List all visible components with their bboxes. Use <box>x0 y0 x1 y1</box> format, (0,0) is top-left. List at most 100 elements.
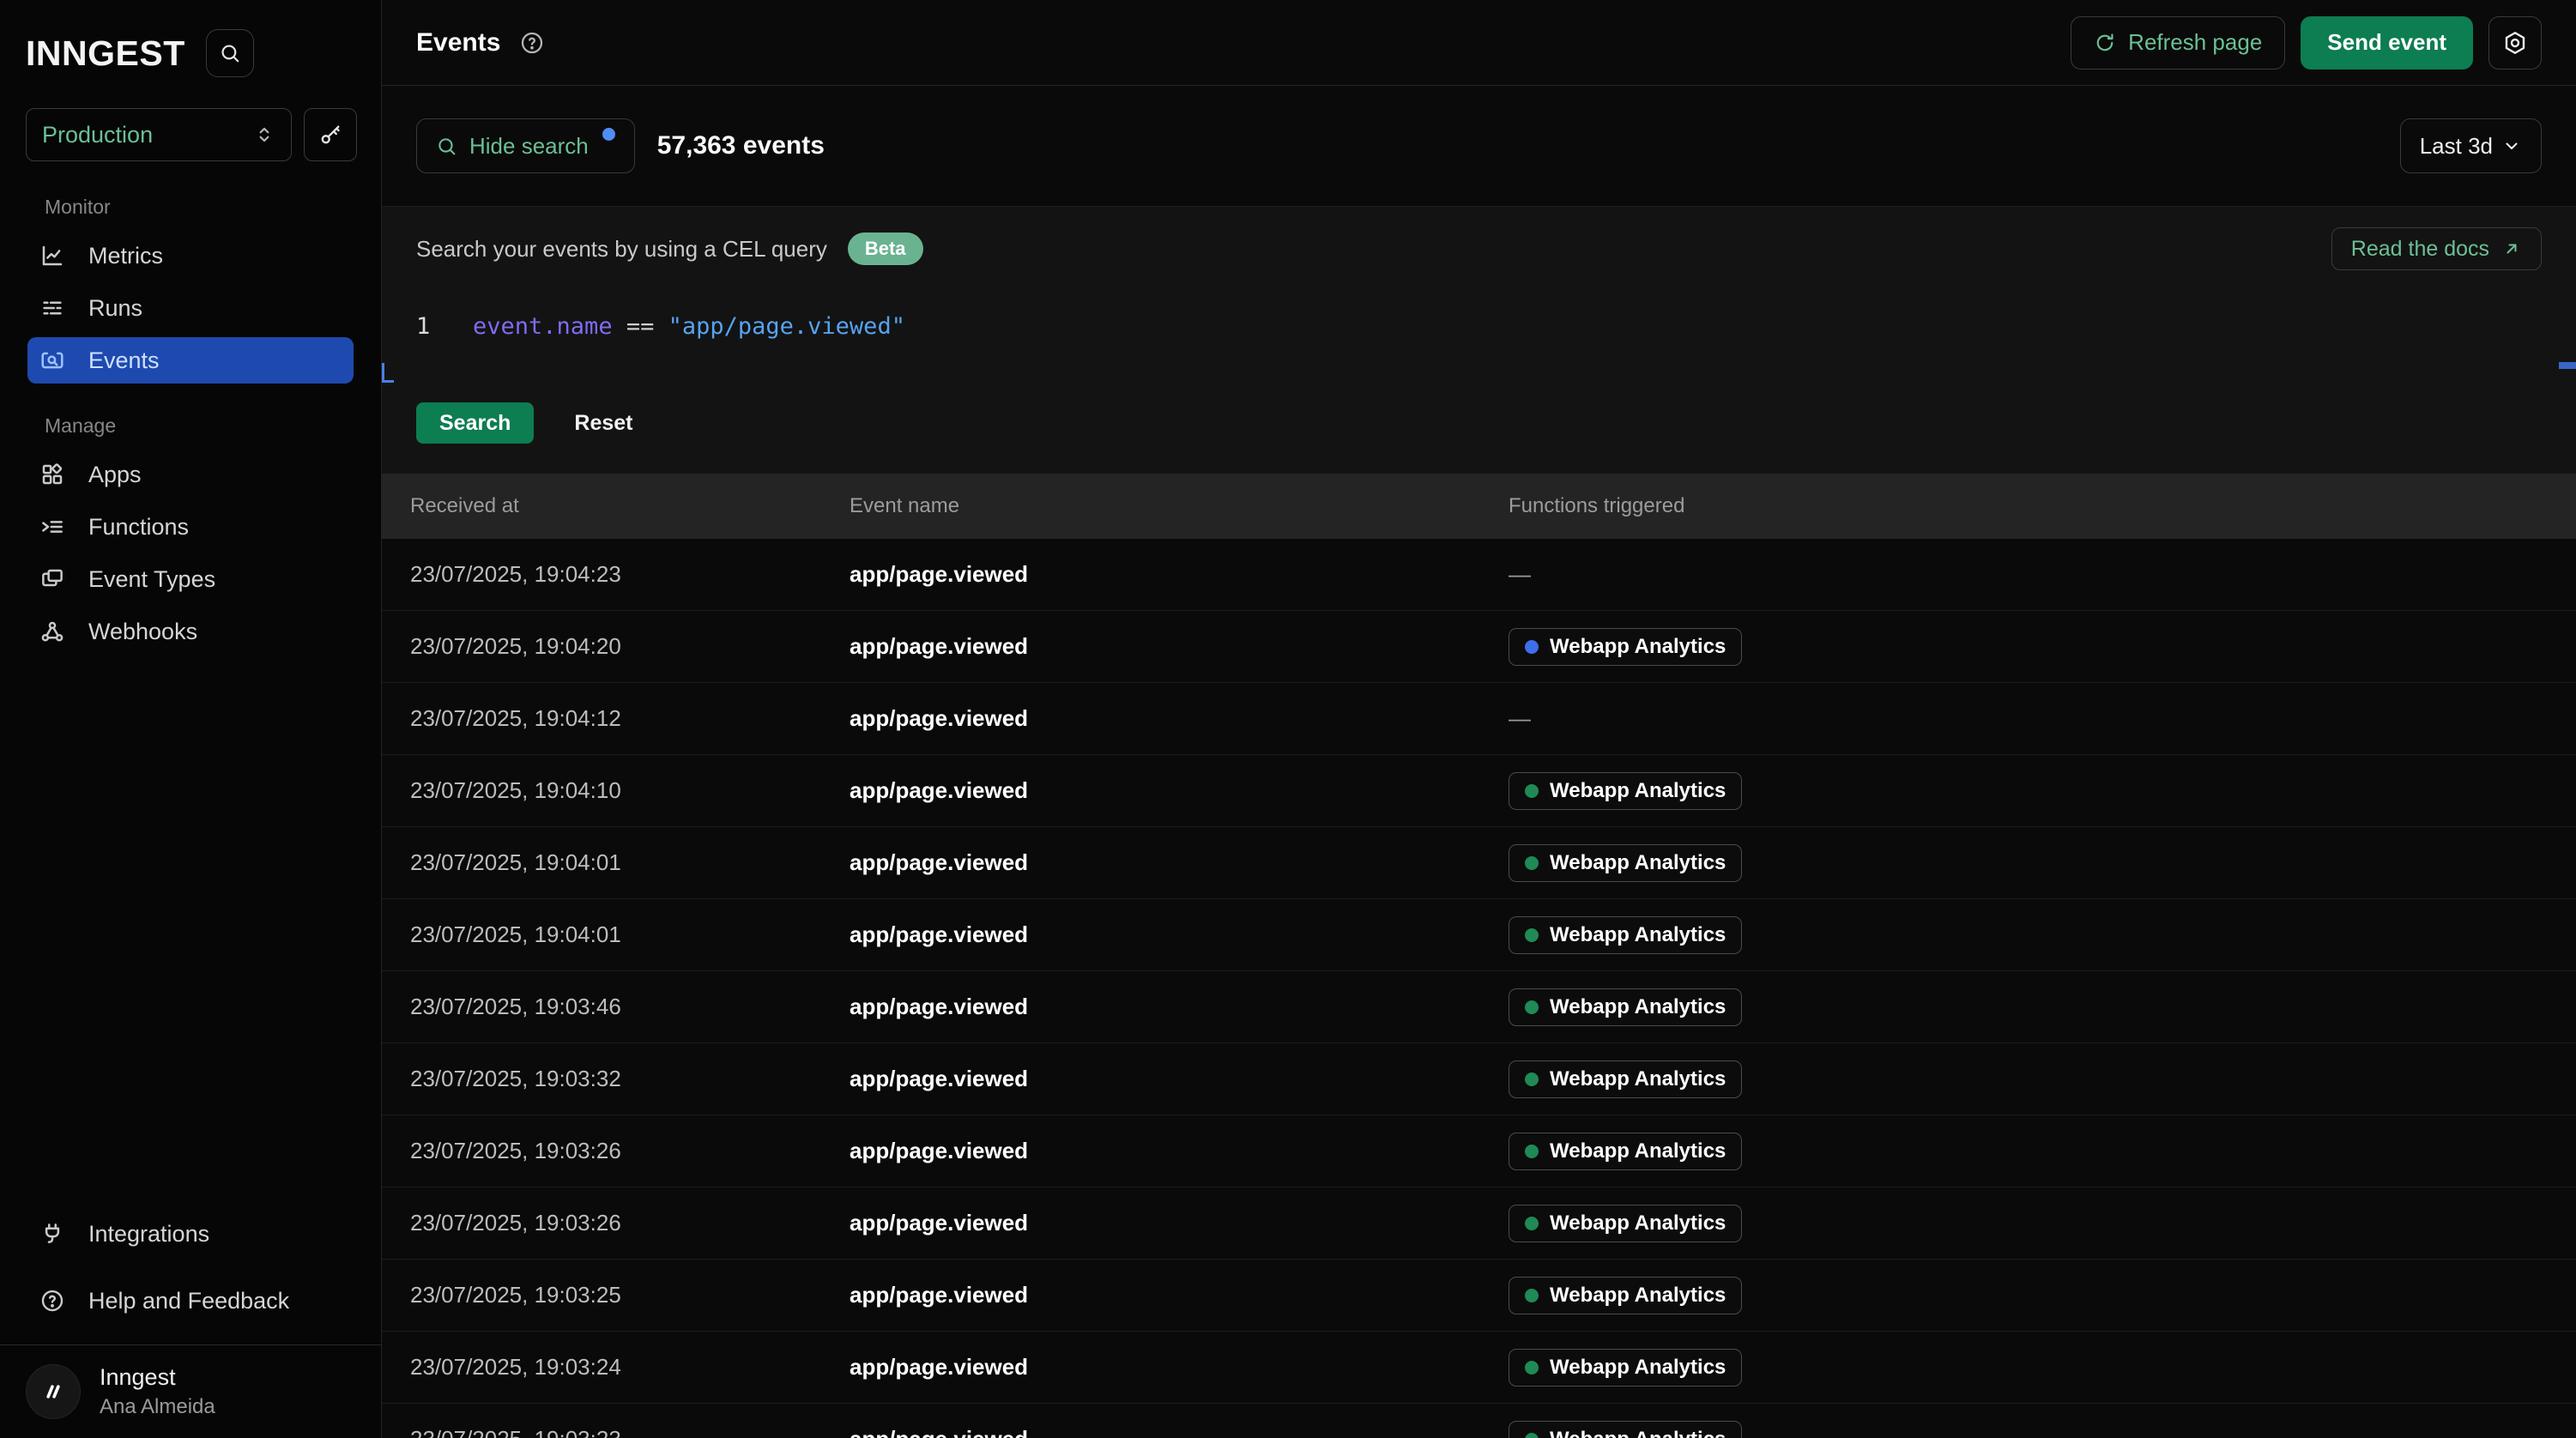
time-range-selector[interactable]: Last 3d <box>2400 118 2542 173</box>
table-row[interactable]: 23/07/2025, 19:03:25app/page.viewedWebap… <box>382 1260 2576 1332</box>
function-badge[interactable]: Webapp Analytics <box>1509 1421 1742 1438</box>
column-header-event-name: Event name <box>850 494 1509 518</box>
panel-title-row: Search your events by using a CEL query … <box>416 227 2542 270</box>
cel-search-panel: Search your events by using a CEL query … <box>382 206 2576 474</box>
external-link-icon <box>2501 239 2522 259</box>
column-header-received-at: Received at <box>410 494 850 518</box>
cel-query-editor[interactable]: 1 event.name == "app/page.viewed" <box>416 291 2542 387</box>
table-row[interactable]: 23/07/2025, 19:04:20app/page.viewedWebap… <box>382 611 2576 683</box>
function-name: Webapp Analytics <box>1550 923 1726 947</box>
apps-icon <box>39 461 66 488</box>
search-icon <box>219 42 241 64</box>
function-status-dot-completed <box>1525 1433 1539 1438</box>
events-toolbar: Hide search 57,363 events Last 3d <box>382 86 2576 206</box>
table-header: Received at Event name Functions trigger… <box>382 474 2576 539</box>
sidebar-item-metrics[interactable]: Metrics <box>27 233 354 279</box>
function-badge[interactable]: Webapp Analytics <box>1509 628 1742 666</box>
sidebar-item-help-and-feedback[interactable]: Help and Feedback <box>27 1278 354 1324</box>
function-badge[interactable]: Webapp Analytics <box>1509 916 1742 954</box>
sidebar-item-runs[interactable]: Runs <box>27 285 354 331</box>
function-badge[interactable]: Webapp Analytics <box>1509 1205 1742 1242</box>
received-at-cell: 23/07/2025, 19:03:26 <box>410 1210 850 1236</box>
settings-button[interactable] <box>2488 16 2542 69</box>
event-name-cell: app/page.viewed <box>850 1066 1509 1092</box>
sidebar-search-button[interactable] <box>206 29 254 77</box>
sidebar-nav: MonitorMetricsRunsEventsManageAppsFuncti… <box>0 196 381 655</box>
table-row[interactable]: 23/07/2025, 19:03:24app/page.viewedWebap… <box>382 1332 2576 1404</box>
function-badge[interactable]: Webapp Analytics <box>1509 772 1742 810</box>
function-badge[interactable]: Webapp Analytics <box>1509 1133 1742 1170</box>
events-icon <box>39 347 66 374</box>
table-row[interactable]: 23/07/2025, 19:04:01app/page.viewedWebap… <box>382 827 2576 899</box>
functions-triggered-cell: Webapp Analytics <box>1509 1421 2576 1438</box>
functions-triggered-cell: — <box>1509 705 2576 732</box>
send-event-button[interactable]: Send event <box>2301 16 2473 69</box>
table-row[interactable]: 23/07/2025, 19:04:12app/page.viewed— <box>382 683 2576 755</box>
sidebar-item-label: Functions <box>88 514 189 541</box>
event-name-cell: app/page.viewed <box>850 633 1509 660</box>
table-row[interactable]: 23/07/2025, 19:03:23app/page.viewedWebap… <box>382 1404 2576 1438</box>
function-badge[interactable]: Webapp Analytics <box>1509 1349 1742 1387</box>
event-keys-button[interactable] <box>304 108 357 161</box>
table-row[interactable]: 23/07/2025, 19:03:26app/page.viewedWebap… <box>382 1115 2576 1187</box>
hide-search-label: Hide search <box>469 133 589 160</box>
event-name-cell: app/page.viewed <box>850 561 1509 588</box>
functions-triggered-cell: Webapp Analytics <box>1509 844 2576 882</box>
search-label: Search <box>439 411 511 436</box>
refresh-icon <box>2094 32 2116 54</box>
table-row[interactable]: 23/07/2025, 19:04:10app/page.viewedWebap… <box>382 755 2576 827</box>
received-at-cell: 23/07/2025, 19:04:01 <box>410 849 850 876</box>
refresh-page-button[interactable]: Refresh page <box>2071 16 2285 69</box>
cel-query-code[interactable]: event.name == "app/page.viewed" <box>473 313 905 387</box>
sidebar-item-functions[interactable]: Functions <box>27 504 354 550</box>
nav-section-monitor: MonitorMetricsRunsEvents <box>0 196 381 384</box>
metrics-icon <box>39 242 66 269</box>
read-docs-label: Read the docs <box>2351 237 2489 262</box>
function-name: Webapp Analytics <box>1550 1356 1726 1380</box>
profile-menu[interactable]: Inngest Ana Almeida <box>0 1345 381 1438</box>
event-name-cell: app/page.viewed <box>850 1354 1509 1381</box>
inngest-logo: INNGEST <box>26 33 185 74</box>
sidebar-item-integrations[interactable]: Integrations <box>27 1211 354 1257</box>
received-at-cell: 23/07/2025, 19:03:32 <box>410 1066 850 1092</box>
reset-label: Reset <box>574 411 632 436</box>
sidebar-item-events[interactable]: Events <box>27 337 354 384</box>
functions-icon <box>39 513 66 541</box>
table-row[interactable]: 23/07/2025, 19:04:01app/page.viewedWebap… <box>382 899 2576 971</box>
sidebar-item-label: Runs <box>88 295 142 322</box>
help-circle-icon[interactable] <box>519 30 545 56</box>
reset-button[interactable]: Reset <box>558 402 649 444</box>
function-badge[interactable]: Webapp Analytics <box>1509 988 1742 1026</box>
editor-focus-mark <box>382 363 394 383</box>
gear-icon <box>2502 30 2528 56</box>
table-row[interactable]: 23/07/2025, 19:04:23app/page.viewed— <box>382 539 2576 611</box>
no-function-dash: — <box>1509 705 1531 731</box>
table-row[interactable]: 23/07/2025, 19:03:32app/page.viewedWebap… <box>382 1043 2576 1115</box>
table-row[interactable]: 23/07/2025, 19:03:26app/page.viewedWebap… <box>382 1187 2576 1260</box>
environment-selector[interactable]: Production <box>26 108 292 161</box>
hide-search-button[interactable]: Hide search <box>416 118 635 173</box>
table-row[interactable]: 23/07/2025, 19:03:46app/page.viewedWebap… <box>382 971 2576 1043</box>
functions-triggered-cell: Webapp Analytics <box>1509 1349 2576 1387</box>
events-table: Received at Event name Functions trigger… <box>382 474 2576 1438</box>
sidebar-item-label: Webhooks <box>88 619 197 645</box>
nav-section-label: Manage <box>45 414 381 438</box>
sidebar-item-webhooks[interactable]: Webhooks <box>27 608 354 655</box>
column-header-functions-triggered: Functions triggered <box>1509 494 2576 518</box>
panel-actions: Search Reset <box>416 402 2542 444</box>
sidebar-item-event-types[interactable]: Event Types <box>27 556 354 602</box>
line-number: 1 <box>416 313 450 387</box>
sidebar-item-apps[interactable]: Apps <box>27 451 354 498</box>
integrations-icon <box>39 1220 66 1248</box>
beta-badge: Beta <box>848 233 923 265</box>
function-badge[interactable]: Webapp Analytics <box>1509 1277 1742 1314</box>
environment-label: Production <box>42 122 153 148</box>
code-token-ident: . <box>542 313 556 340</box>
read-the-docs-button[interactable]: Read the docs <box>2331 227 2542 270</box>
functions-triggered-cell: Webapp Analytics <box>1509 1205 2576 1242</box>
search-button[interactable]: Search <box>416 402 534 444</box>
sidebar-item-label: Apps <box>88 462 142 488</box>
function-badge[interactable]: Webapp Analytics <box>1509 844 1742 882</box>
search-icon <box>436 136 457 157</box>
function-badge[interactable]: Webapp Analytics <box>1509 1060 1742 1098</box>
